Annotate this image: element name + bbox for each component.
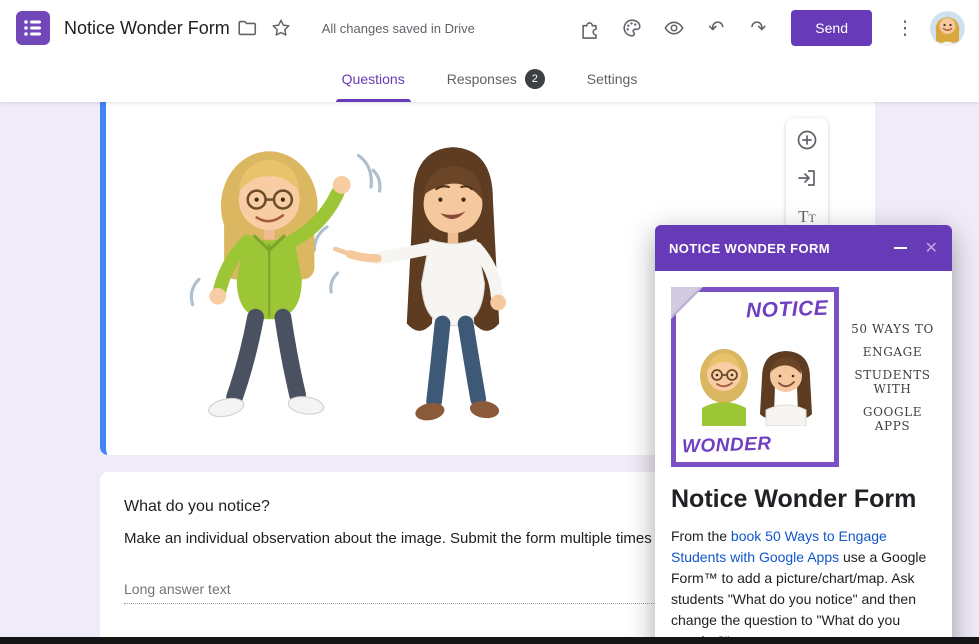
header-actions: ↶ ↷ Send ⋮: [573, 10, 965, 46]
cover-bitmoji-faces: [700, 349, 812, 426]
page-fold-icon: [671, 287, 703, 319]
popup-heading: Notice Wonder Form: [671, 485, 917, 513]
top-bar: Notice Wonder Form All changes saved in …: [0, 0, 979, 56]
google-forms-app: Notice Wonder Form All changes saved in …: [0, 0, 979, 644]
cover-notice-text: NOTICE: [745, 296, 829, 323]
star-icon[interactable]: [264, 11, 298, 45]
cover-row: NOTICE WONDER 50 WAYS TO ENGAGE STUDENTS…: [671, 287, 936, 467]
send-button[interactable]: Send: [791, 10, 872, 46]
folder-icon[interactable]: [230, 11, 264, 45]
minimize-icon[interactable]: [893, 247, 907, 249]
tab-bar: Questions Responses 2 Settings: [0, 56, 979, 102]
add-question-icon[interactable]: [794, 127, 820, 153]
cover-wonder-text: WONDER: [681, 433, 772, 458]
bitmoji-image: [189, 147, 507, 421]
popup-titlebar[interactable]: NOTICE WONDER FORM ✕: [655, 225, 952, 271]
tab-settings[interactable]: Settings: [581, 56, 644, 102]
redo-icon[interactable]: ↷: [741, 11, 775, 45]
import-questions-icon[interactable]: [794, 165, 820, 191]
form-editor-canvas: TT What do you notice? Make an individua…: [0, 102, 979, 644]
popup-paragraph: From the book 50 Ways to Engage Students…: [671, 528, 927, 644]
popup-title: NOTICE WONDER FORM: [669, 240, 831, 256]
bottom-edge: [0, 637, 979, 644]
more-menu-icon[interactable]: ⋮: [888, 11, 922, 45]
tab-questions[interactable]: Questions: [335, 56, 411, 102]
responses-count-badge: 2: [524, 69, 545, 89]
save-status[interactable]: All changes saved in Drive: [322, 21, 475, 36]
popup-body: NOTICE WONDER 50 WAYS TO ENGAGE STUDENTS…: [655, 271, 952, 644]
addons-puzzle-icon[interactable]: [573, 11, 607, 45]
notice-wonder-popup: NOTICE WONDER FORM ✕ NOTICE WONDER 50 WA…: [655, 225, 952, 644]
tab-responses[interactable]: Responses 2: [441, 56, 551, 102]
cover-side-text: 50 Ways to Engage Students with Google A…: [851, 321, 934, 433]
theme-palette-icon[interactable]: [615, 11, 649, 45]
forms-logo-icon[interactable]: [16, 11, 50, 45]
preview-eye-icon[interactable]: [657, 11, 691, 45]
undo-icon[interactable]: ↶: [699, 11, 733, 45]
close-icon[interactable]: ✕: [925, 240, 938, 256]
book-cover-image: NOTICE WONDER: [671, 287, 839, 467]
form-title[interactable]: Notice Wonder Form: [64, 18, 230, 39]
account-avatar[interactable]: [930, 10, 965, 46]
